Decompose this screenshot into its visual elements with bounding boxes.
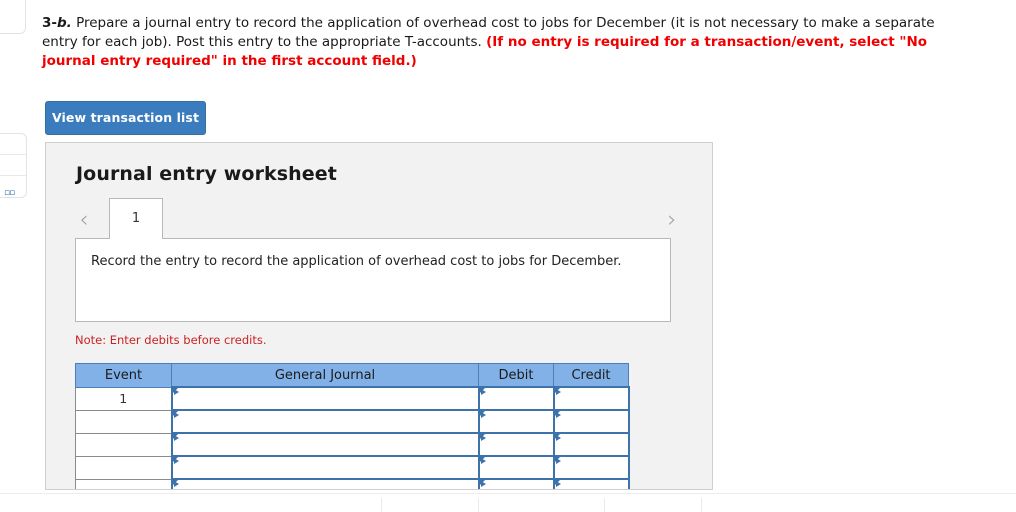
table-row bbox=[75, 409, 630, 434]
column-header-credit: Credit bbox=[553, 363, 629, 388]
strip-divider bbox=[604, 498, 605, 512]
bottom-strip bbox=[0, 493, 1016, 512]
clipped-list-item bbox=[0, 134, 26, 155]
worksheet-title: Journal entry worksheet bbox=[76, 163, 337, 185]
event-cell bbox=[75, 432, 172, 457]
clipped-link-icon: ▫▫ bbox=[4, 188, 15, 198]
table-row bbox=[75, 432, 630, 457]
debits-before-credits-note: Note: Enter debits before credits. bbox=[75, 333, 267, 347]
credit-input[interactable] bbox=[552, 409, 630, 434]
view-transaction-list-button[interactable]: View transaction list bbox=[45, 101, 206, 135]
debit-input[interactable] bbox=[477, 409, 555, 434]
debit-input[interactable] bbox=[477, 432, 555, 457]
credit-input[interactable] bbox=[552, 386, 630, 411]
strip-divider bbox=[478, 498, 479, 512]
column-header-debit: Debit bbox=[478, 363, 554, 388]
credit-input[interactable] bbox=[552, 432, 630, 457]
table-row bbox=[75, 455, 630, 480]
general-journal-input[interactable] bbox=[170, 386, 480, 411]
credit-input[interactable] bbox=[552, 478, 630, 489]
table-row bbox=[75, 478, 630, 489]
event-cell bbox=[75, 455, 172, 480]
chevron-left-icon[interactable]: ‹ bbox=[72, 207, 96, 235]
event-cell bbox=[75, 409, 172, 434]
event-cell bbox=[75, 478, 172, 489]
clipped-panel-top-left bbox=[0, 0, 26, 34]
debit-input[interactable] bbox=[477, 478, 555, 489]
chevron-right-icon[interactable]: › bbox=[660, 207, 684, 235]
general-journal-input[interactable] bbox=[170, 409, 480, 434]
column-header-event: Event bbox=[75, 363, 172, 388]
strip-divider bbox=[701, 498, 702, 512]
question-text: 3-b. Prepare a journal entry to record t… bbox=[42, 14, 972, 71]
journal-entry-table: Event General Journal Debit Credit 1 bbox=[75, 363, 630, 489]
entry-instruction-box: Record the entry to record the applicati… bbox=[75, 238, 671, 322]
entry-tab-1[interactable]: 1 bbox=[109, 198, 163, 239]
general-journal-input[interactable] bbox=[170, 478, 480, 489]
table-header-row: Event General Journal Debit Credit bbox=[75, 363, 629, 388]
journal-entry-worksheet-panel: Journal entry worksheet ‹ › 1 Record the… bbox=[45, 142, 713, 490]
general-journal-input[interactable] bbox=[170, 432, 480, 457]
column-header-general-journal: General Journal bbox=[171, 363, 479, 388]
debit-input[interactable] bbox=[477, 386, 555, 411]
general-journal-input[interactable] bbox=[170, 455, 480, 480]
table-row: 1 bbox=[75, 386, 630, 411]
credit-input[interactable] bbox=[552, 455, 630, 480]
debit-input[interactable] bbox=[477, 455, 555, 480]
strip-divider bbox=[381, 498, 382, 512]
question-number: 3-b. bbox=[42, 15, 72, 31]
event-cell: 1 bbox=[75, 386, 172, 411]
clipped-list-item bbox=[0, 155, 26, 176]
